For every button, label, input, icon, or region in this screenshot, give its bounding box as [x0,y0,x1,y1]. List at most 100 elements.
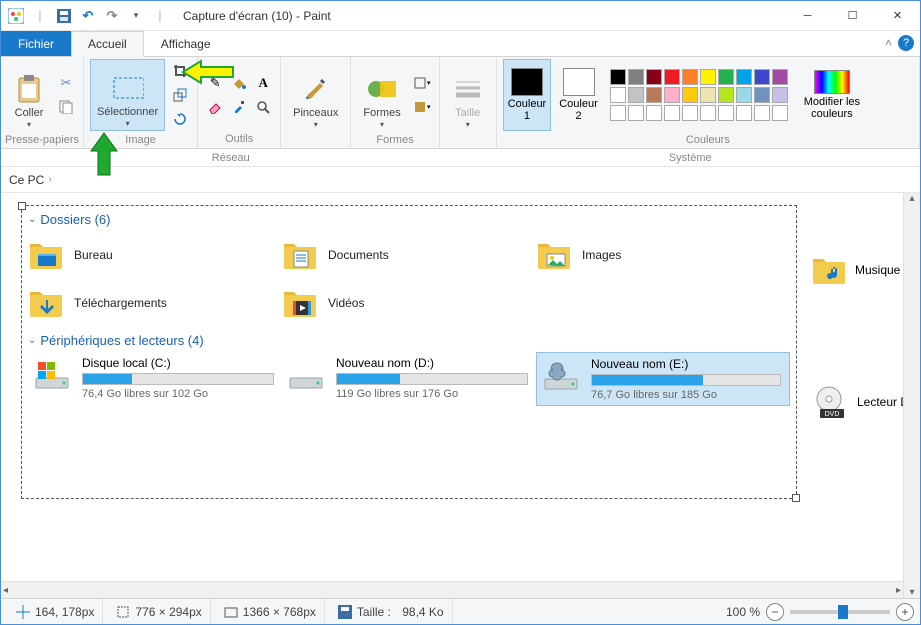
palette-swatch[interactable] [736,87,752,103]
eraser-tool[interactable] [204,96,226,118]
folder-item[interactable]: Vidéos [282,279,536,327]
group-size: Taille ▾ [440,57,497,148]
palette-swatch[interactable] [736,69,752,85]
folder-item[interactable]: Téléchargements [28,279,282,327]
drive-free-space: 76,4 Go libres sur 102 Go [82,388,274,400]
maximize-button[interactable]: ☐ [830,1,875,31]
resize-button[interactable] [169,84,191,106]
shape-outline-button[interactable]: ▾ [411,72,433,94]
shapes-button[interactable]: Formes ▾ [357,59,406,131]
select-button[interactable]: Sélectionner ▾ [90,59,165,131]
palette-swatch[interactable] [628,105,644,121]
breadcrumb-root[interactable]: Ce PC [9,173,44,187]
redo-button[interactable]: ↷ [101,5,123,27]
magnifier-tool[interactable] [252,96,274,118]
qat-divider: | [29,5,51,27]
paint-canvas[interactable]: ⌄ Dossiers (6) BureauDocuments Images Télé… [1,193,920,593]
palette-swatch[interactable] [772,105,788,121]
rotate-button[interactable] [169,108,191,130]
folder-label: Images [582,248,621,262]
drive-item[interactable]: Disque local (C:) 76,4 Go libres sur 102 … [28,352,282,406]
folder-item[interactable]: Bureau [28,231,282,279]
eyedropper-tool[interactable] [228,96,250,118]
group-brushes: Pinceaux ▾ [281,57,351,148]
undo-button[interactable]: ↶ [77,5,99,27]
ribbon-collapse-icon[interactable]: ˄ [885,36,892,50]
palette-swatch[interactable] [736,105,752,121]
size-button[interactable]: Taille ▾ [446,59,490,131]
paste-button[interactable]: Coller ▾ [7,59,51,131]
folder-item-music[interactable]: Musique [811,253,900,287]
palette-swatch[interactable] [700,105,716,121]
close-button[interactable]: ✕ [875,1,920,31]
cut-button[interactable]: ✂ [55,72,77,94]
palette-swatch[interactable] [646,105,662,121]
help-icon[interactable]: ? [898,35,914,51]
palette-swatch[interactable] [610,105,626,121]
zoom-slider[interactable] [790,610,890,614]
chevron-down-icon: ▾ [380,120,384,129]
folder-label: Téléchargements [74,296,167,310]
vertical-scrollbar[interactable]: ▴▾ [903,193,920,598]
shape-fill-button[interactable]: ▾ [411,96,433,118]
drive-item[interactable]: Nouveau nom (D:)119 Go libres sur 176 Go [282,352,536,406]
disk-icon [337,604,353,620]
folder-label: Vidéos [328,296,364,310]
palette-swatch[interactable] [682,87,698,103]
group-clipboard: Coller ▾ ✂ Presse-papiers [1,57,84,148]
horizontal-scrollbar[interactable]: ◂▸ [1,581,903,598]
selection-rect-icon [112,72,144,104]
tab-home[interactable]: Accueil [71,31,144,57]
palette-swatch[interactable] [610,69,626,85]
edit-colors-button[interactable]: Modifier les couleurs [796,59,868,131]
titlebar: | ↶ ↷ ▾ | Capture d'écran (10) - Paint ─… [1,1,920,31]
stroke-size-icon [452,73,484,105]
color1-button[interactable]: Couleur 1 [503,59,552,131]
folder-item[interactable]: Documents [282,231,536,279]
palette-swatch[interactable] [700,87,716,103]
folders-section-header[interactable]: ⌄ Dossiers (6) [28,206,790,231]
tab-view[interactable]: Affichage [144,31,228,56]
drive-item-dvd[interactable]: DVD Lecteur D [811,385,909,419]
chevron-down-icon: ▾ [466,120,470,129]
minimize-button[interactable]: ─ [785,1,830,31]
palette-swatch[interactable] [754,105,770,121]
palette-swatch[interactable] [664,105,680,121]
breadcrumb[interactable]: Ce PC › [1,167,920,193]
folder-item[interactable]: Images [536,231,790,279]
palette-swatch[interactable] [718,69,734,85]
palette-swatch[interactable] [772,87,788,103]
palette-swatch[interactable] [772,69,788,85]
palette-swatch[interactable] [718,105,734,121]
color2-button[interactable]: Couleur 2 [555,59,602,131]
copy-button[interactable] [55,96,77,118]
app-icon [5,5,27,27]
palette-swatch[interactable] [754,69,770,85]
palette-swatch[interactable] [682,105,698,121]
selection-marquee[interactable]: ⌄ Dossiers (6) BureauDocuments Images Télé… [21,205,797,499]
palette-swatch[interactable] [646,69,662,85]
qat-customize[interactable]: ▾ [125,5,147,27]
quick-access-toolbar: | ↶ ↷ ▾ | [5,5,171,27]
text-tool[interactable]: A [252,72,274,94]
explorer-column-headers: Réseau Système [1,149,920,167]
palette-swatch[interactable] [664,69,680,85]
tab-file[interactable]: Fichier [1,31,71,56]
palette-swatch[interactable] [754,87,770,103]
brushes-button[interactable]: Pinceaux ▾ [287,59,344,131]
palette-swatch[interactable] [628,69,644,85]
palette-swatch[interactable] [628,87,644,103]
drive-label: Disque local (C:) [82,356,274,370]
zoom-in-button[interactable]: + [896,603,914,621]
chevron-right-icon: › [48,174,51,185]
save-button[interactable] [53,5,75,27]
drives-section-header[interactable]: ⌄ Périphériques et lecteurs (4) [28,327,790,352]
palette-swatch[interactable] [682,69,698,85]
palette-swatch[interactable] [664,87,680,103]
drive-item[interactable]: Nouveau nom (E:)76,7 Go libres sur 185 G… [536,352,790,406]
palette-swatch[interactable] [610,87,626,103]
palette-swatch[interactable] [646,87,662,103]
zoom-out-button[interactable]: − [766,603,784,621]
palette-swatch[interactable] [700,69,716,85]
palette-swatch[interactable] [718,87,734,103]
